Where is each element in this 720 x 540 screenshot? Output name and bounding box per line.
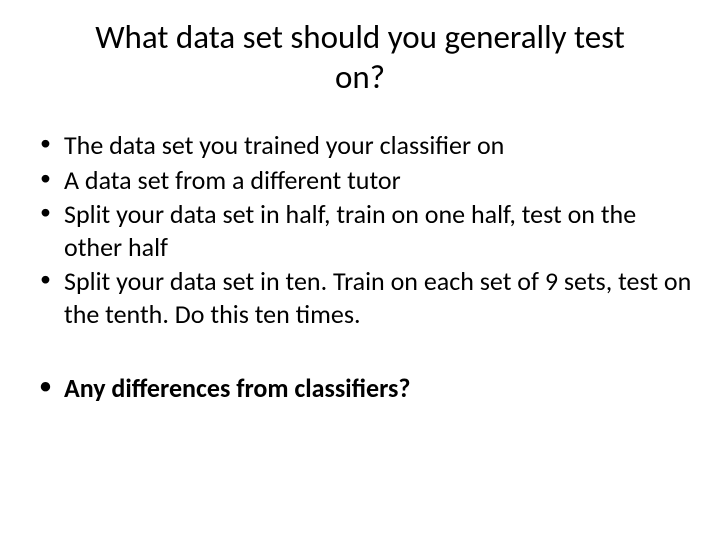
list-item: Split your data set in ten. Train on eac… [36, 265, 692, 330]
list-item: A data set from a different tutor [36, 164, 692, 197]
list-item: Split your data set in half, train on on… [36, 198, 692, 263]
spacer [36, 332, 692, 372]
bullet-list-final: Any differences from classifiers? [36, 372, 692, 405]
list-item: The data set you trained your classifier… [36, 129, 692, 162]
slide-content: The data set you trained your classifier… [28, 129, 692, 405]
slide-title: What data set should you generally test … [28, 18, 692, 97]
list-item: Any differences from classifiers? [36, 372, 692, 405]
bullet-list: The data set you trained your classifier… [36, 129, 692, 330]
